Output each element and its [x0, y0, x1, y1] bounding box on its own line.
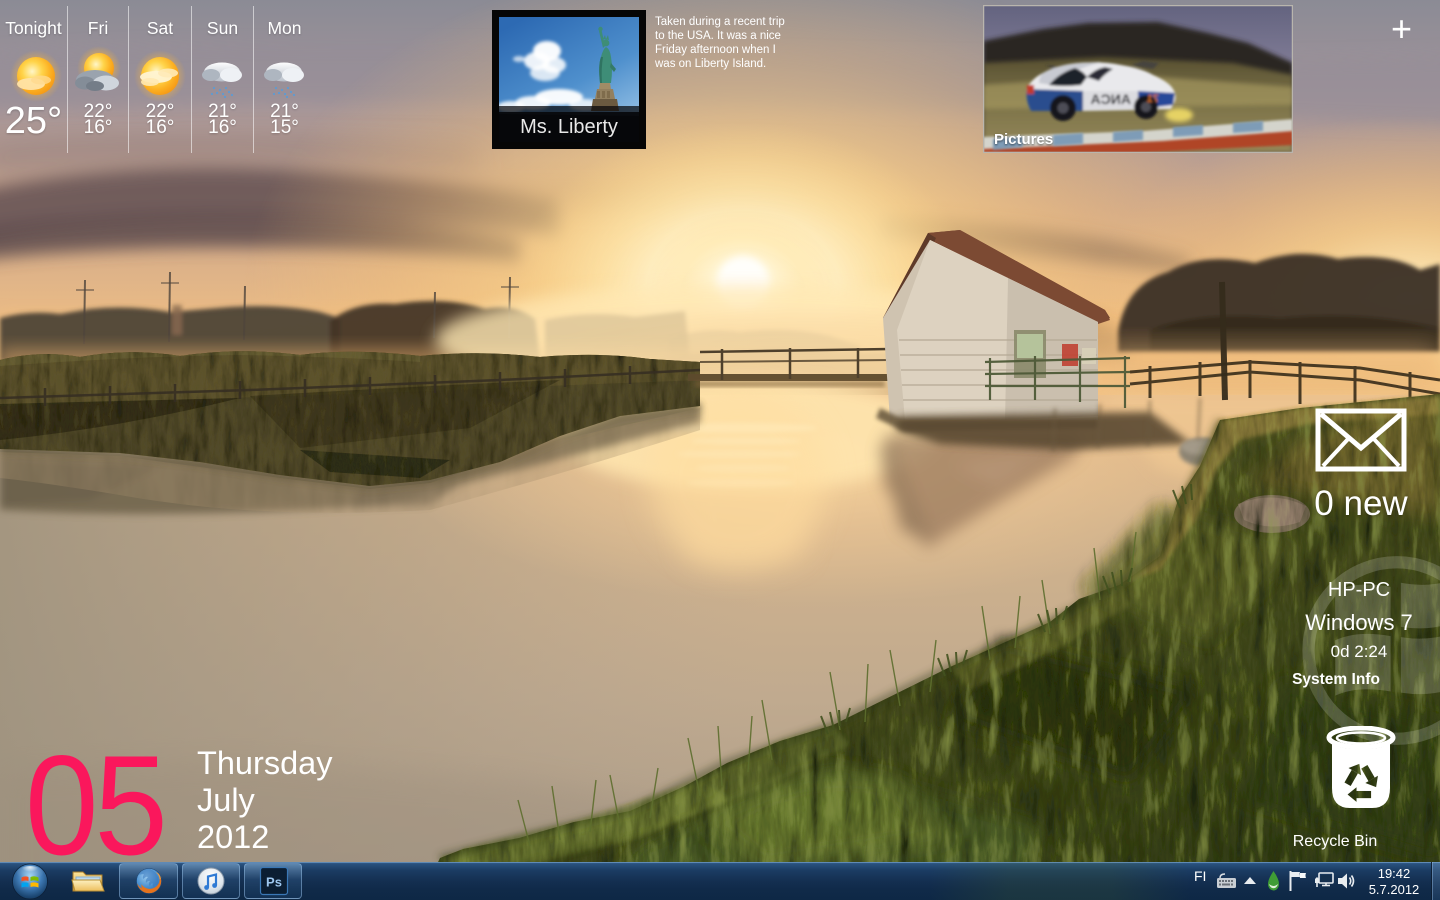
svg-text:71: 71	[1147, 93, 1159, 105]
svg-text:Ps: Ps	[266, 875, 282, 890]
svg-text:ANCA: ANCA	[1091, 91, 1131, 107]
